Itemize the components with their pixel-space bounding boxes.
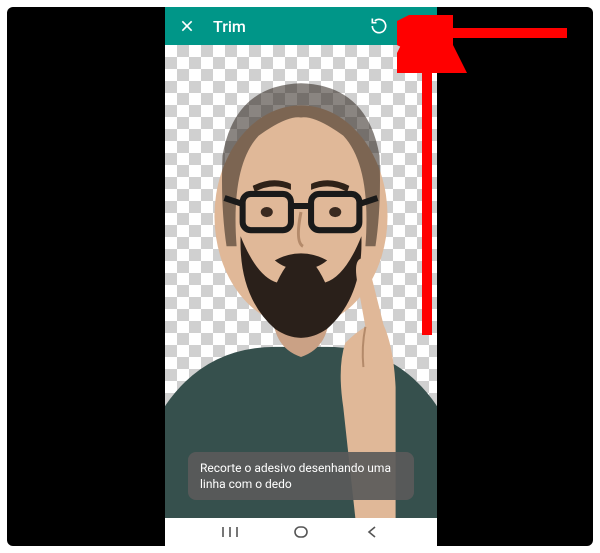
- rotate-icon: [369, 16, 389, 36]
- nav-back-button[interactable]: [352, 520, 392, 544]
- sticker-subject: [165, 45, 437, 518]
- recents-icon: [221, 525, 239, 539]
- screenshot-frame: Trim: [7, 7, 593, 546]
- close-icon: [179, 18, 195, 34]
- more-menu-button[interactable]: [399, 10, 431, 42]
- rotate-button[interactable]: [363, 10, 395, 42]
- nav-recents-button[interactable]: [210, 520, 250, 544]
- system-nav-bar: [165, 518, 437, 546]
- app-bar: Trim: [165, 7, 437, 45]
- page-title: Trim: [213, 17, 246, 36]
- nav-home-button[interactable]: [281, 520, 321, 544]
- hint-text: Recorte o adesivo desenhando uma linha c…: [200, 461, 391, 491]
- phone-screen: Trim: [165, 7, 437, 546]
- more-vert-icon: [406, 17, 424, 35]
- close-button[interactable]: [171, 10, 203, 42]
- trim-canvas[interactable]: Recorte o adesivo desenhando uma linha c…: [165, 45, 437, 518]
- back-icon: [365, 525, 379, 539]
- hint-toast: Recorte o adesivo desenhando uma linha c…: [188, 452, 414, 500]
- home-icon: [292, 525, 310, 539]
